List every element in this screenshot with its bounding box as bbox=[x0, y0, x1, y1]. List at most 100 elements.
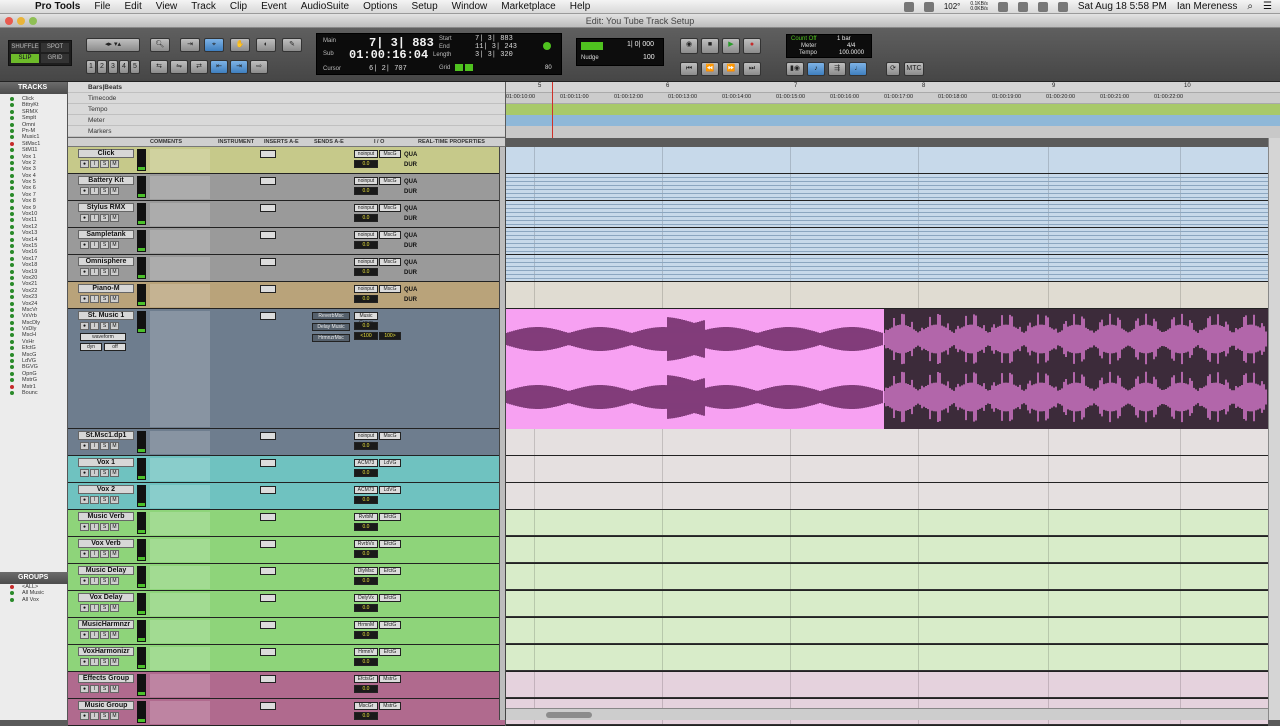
fast-forward-button[interactable]: ⏩ bbox=[722, 62, 740, 76]
io-output[interactable]: LdVG bbox=[379, 459, 401, 467]
track-playlist[interactable] bbox=[506, 483, 1268, 510]
track-input-button[interactable]: I bbox=[90, 658, 99, 666]
insert-slot[interactable] bbox=[260, 204, 276, 212]
track-mute-button[interactable]: M bbox=[110, 160, 119, 168]
track-name[interactable]: Vox Verb bbox=[78, 539, 134, 548]
track-name[interactable]: Sampletank bbox=[78, 230, 134, 239]
track-splitter[interactable] bbox=[499, 147, 506, 720]
mirror-midi-icon[interactable]: ⇥ bbox=[230, 60, 248, 74]
real-time-properties[interactable]: QUA DUR bbox=[404, 177, 422, 197]
record-button[interactable]: ● bbox=[743, 38, 761, 54]
track-playlist[interactable] bbox=[506, 174, 1268, 201]
track-name[interactable]: Stylus RMX bbox=[78, 203, 134, 212]
midi-merge-icon[interactable]: ⇶ bbox=[828, 62, 846, 76]
audio-region-selected[interactable] bbox=[883, 309, 1268, 429]
track-rec-button[interactable]: ● bbox=[80, 685, 89, 693]
volume-display[interactable]: 0.0 bbox=[354, 214, 378, 222]
comments-field[interactable] bbox=[150, 566, 210, 589]
real-time-properties[interactable]: QUA DUR bbox=[404, 258, 422, 278]
io-output[interactable]: EfctG bbox=[379, 648, 401, 656]
playlist-area[interactable] bbox=[505, 147, 1268, 726]
volume-display[interactable]: 0.0 bbox=[354, 712, 378, 720]
track-playlist[interactable] bbox=[506, 591, 1268, 618]
track-mute-button[interactable]: M bbox=[110, 241, 119, 249]
track-input-button[interactable]: I bbox=[90, 523, 99, 531]
track-playlist[interactable] bbox=[506, 201, 1268, 228]
io-input[interactable]: DlyMsc bbox=[354, 567, 378, 575]
insert-slot[interactable] bbox=[260, 150, 276, 158]
insert-slot[interactable] bbox=[260, 513, 276, 521]
insert-slot[interactable] bbox=[260, 621, 276, 629]
comments-field[interactable] bbox=[150, 674, 210, 697]
comments-field[interactable] bbox=[150, 311, 210, 427]
insert-slot[interactable] bbox=[260, 459, 276, 467]
io-input[interactable]: ACM73 bbox=[354, 486, 378, 494]
io-input[interactable]: MscGr bbox=[354, 702, 378, 710]
track-rec-button[interactable]: ● bbox=[80, 322, 89, 330]
io-input[interactable]: HrmnM bbox=[354, 621, 378, 629]
track-name[interactable]: Music Delay bbox=[78, 566, 134, 575]
hscroll-thumb[interactable] bbox=[546, 712, 592, 718]
mtc-button[interactable]: MTC bbox=[904, 62, 924, 76]
volume-display[interactable]: 0.0 bbox=[354, 550, 378, 558]
io-input[interactable]: noinput bbox=[354, 432, 378, 440]
track-mute-button[interactable]: M bbox=[110, 631, 119, 639]
insert-slot[interactable] bbox=[260, 540, 276, 548]
automation-selector[interactable]: dyn bbox=[80, 343, 102, 351]
track-mute-button[interactable]: M bbox=[110, 469, 119, 477]
track-playlist[interactable] bbox=[506, 537, 1268, 564]
track-solo-button[interactable]: S bbox=[100, 685, 109, 693]
track-solo-button[interactable]: S bbox=[100, 577, 109, 585]
pencil-tool-icon[interactable]: ✎ bbox=[282, 38, 302, 52]
scrubber-tool-icon[interactable]: ◐ bbox=[256, 38, 276, 52]
zoomer-tool-icon[interactable]: 🔍︎ bbox=[150, 38, 170, 52]
track-rec-button[interactable]: ● bbox=[80, 187, 89, 195]
track-input-button[interactable]: I bbox=[90, 712, 99, 720]
zoom-preset-5[interactable]: 5 bbox=[130, 60, 140, 74]
io-output[interactable]: EfctG bbox=[379, 540, 401, 548]
track-mute-button[interactable]: M bbox=[110, 295, 119, 303]
track-name[interactable]: Vox Delay bbox=[78, 593, 134, 602]
ruler-meter[interactable]: Meter bbox=[68, 115, 505, 126]
zoom-preset-1[interactable]: 1 bbox=[86, 60, 96, 74]
volume-display[interactable]: 0.0 bbox=[354, 268, 378, 276]
io-input[interactable]: noinput bbox=[354, 204, 378, 212]
track-list-item[interactable]: Bounc bbox=[0, 390, 67, 396]
track-name[interactable]: St.Msc1.dp1 bbox=[78, 431, 134, 440]
track-playlist[interactable] bbox=[506, 672, 1268, 699]
track-solo-button[interactable]: S bbox=[100, 268, 109, 276]
main-counter[interactable]: Main 7| 3| 883 Sub 01:00:16:04 Cursor 6|… bbox=[316, 33, 562, 75]
col-rtp[interactable]: REAL-TIME PROPERTIES bbox=[418, 139, 485, 145]
bars-ruler[interactable]: 5 6 7 8 9 10 bbox=[506, 82, 1280, 93]
comments-field[interactable] bbox=[150, 458, 210, 481]
track-rec-button[interactable]: ● bbox=[80, 469, 89, 477]
track-rec-button[interactable]: ● bbox=[80, 604, 89, 612]
comments-field[interactable] bbox=[150, 149, 210, 172]
volume-display[interactable]: 0.0 bbox=[354, 685, 378, 693]
volume-display[interactable]: 0.0 bbox=[354, 295, 378, 303]
track-solo-button[interactable]: S bbox=[100, 295, 109, 303]
user-name[interactable]: Ian Mereness bbox=[1177, 1, 1238, 12]
track-rec-button[interactable]: ● bbox=[80, 577, 89, 585]
track-solo-button[interactable]: S bbox=[100, 496, 109, 504]
track-solo-button[interactable]: S bbox=[100, 241, 109, 249]
comments-field[interactable] bbox=[150, 257, 210, 280]
col-io[interactable]: I / O bbox=[374, 139, 384, 145]
return-to-zero-button[interactable]: ⏮ bbox=[680, 62, 698, 76]
insert-slot[interactable] bbox=[260, 486, 276, 494]
nudge-value[interactable]: 100 bbox=[643, 54, 655, 61]
timeline-rulers[interactable]: 5 6 7 8 9 10 01:00:10:00 01:00:11:00 01:00:12:0… bbox=[506, 82, 1280, 138]
io-output[interactable]: EfctG bbox=[379, 621, 401, 629]
menu-pro-tools[interactable]: Pro Tools bbox=[28, 1, 87, 12]
comments-field[interactable] bbox=[150, 539, 210, 562]
io-output[interactable]: MscG bbox=[379, 231, 401, 239]
track-mute-button[interactable]: M bbox=[110, 712, 119, 720]
time-machine-icon[interactable] bbox=[997, 1, 1008, 12]
zoom-preset-2[interactable]: 2 bbox=[97, 60, 107, 74]
io-output[interactable]: MscG bbox=[379, 285, 401, 293]
markers-ruler[interactable] bbox=[506, 126, 1280, 138]
track-solo-button[interactable]: S bbox=[100, 187, 109, 195]
insertion-follows-icon[interactable]: ⇤ bbox=[210, 60, 228, 74]
track-name[interactable]: Effects Group bbox=[78, 674, 134, 683]
stop-button[interactable]: ■ bbox=[701, 38, 719, 54]
